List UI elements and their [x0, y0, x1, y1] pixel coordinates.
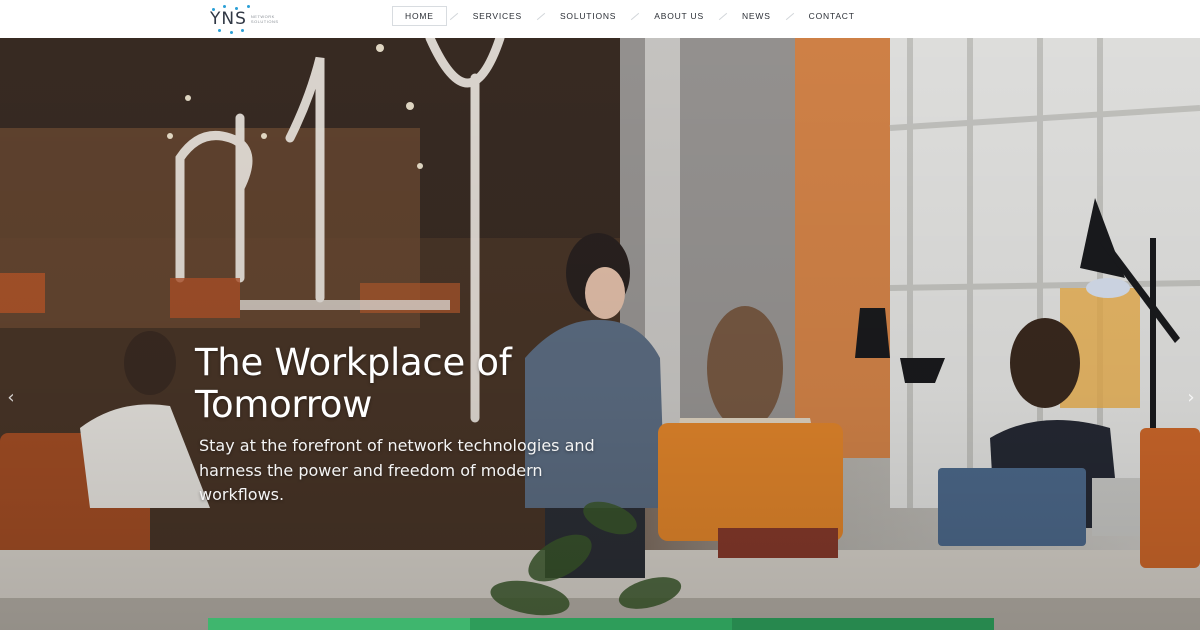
hero-slider: The Workplace of Tomorrow Stay at the fo…	[0, 38, 1200, 630]
chevron-left-icon[interactable]: ‹	[4, 388, 18, 408]
feature-tab-1[interactable]	[208, 618, 470, 630]
feature-tab-3[interactable]	[732, 618, 994, 630]
nav-separator	[631, 12, 640, 20]
nav-item-about-us[interactable]: ABOUT US	[642, 6, 716, 26]
site-header: YNS NETWORK SOLUTIONS HOME SERVICES SOLU…	[0, 0, 1200, 38]
feature-tabs-bar	[208, 618, 994, 630]
nav-item-services[interactable]: SERVICES	[461, 6, 534, 26]
hero-overlay	[0, 38, 1200, 630]
logo[interactable]: YNS NETWORK SOLUTIONS	[210, 2, 290, 36]
hero-subtitle: Stay at the forefront of network technol…	[199, 436, 595, 504]
hero-title: The Workplace of Tomorrow	[195, 342, 615, 426]
main-nav: HOME SERVICES SOLUTIONS ABOUT US NEWS CO…	[392, 6, 867, 26]
hero-title-line2: Tomorrow	[195, 383, 373, 426]
nav-separator	[536, 12, 546, 20]
nav-separator	[449, 12, 458, 20]
nav-item-home[interactable]: HOME	[392, 6, 447, 26]
nav-item-solutions[interactable]: SOLUTIONS	[548, 6, 628, 26]
nav-item-contact[interactable]: CONTACT	[797, 6, 867, 26]
hero-title-line1: The Workplace of	[195, 341, 512, 384]
chevron-right-icon[interactable]: ›	[1184, 388, 1198, 408]
feature-tab-2[interactable]	[470, 618, 732, 630]
nav-separator	[785, 12, 794, 20]
nav-item-news[interactable]: NEWS	[730, 6, 783, 26]
logo-mark: YNS	[210, 8, 247, 29]
nav-separator	[718, 12, 728, 20]
